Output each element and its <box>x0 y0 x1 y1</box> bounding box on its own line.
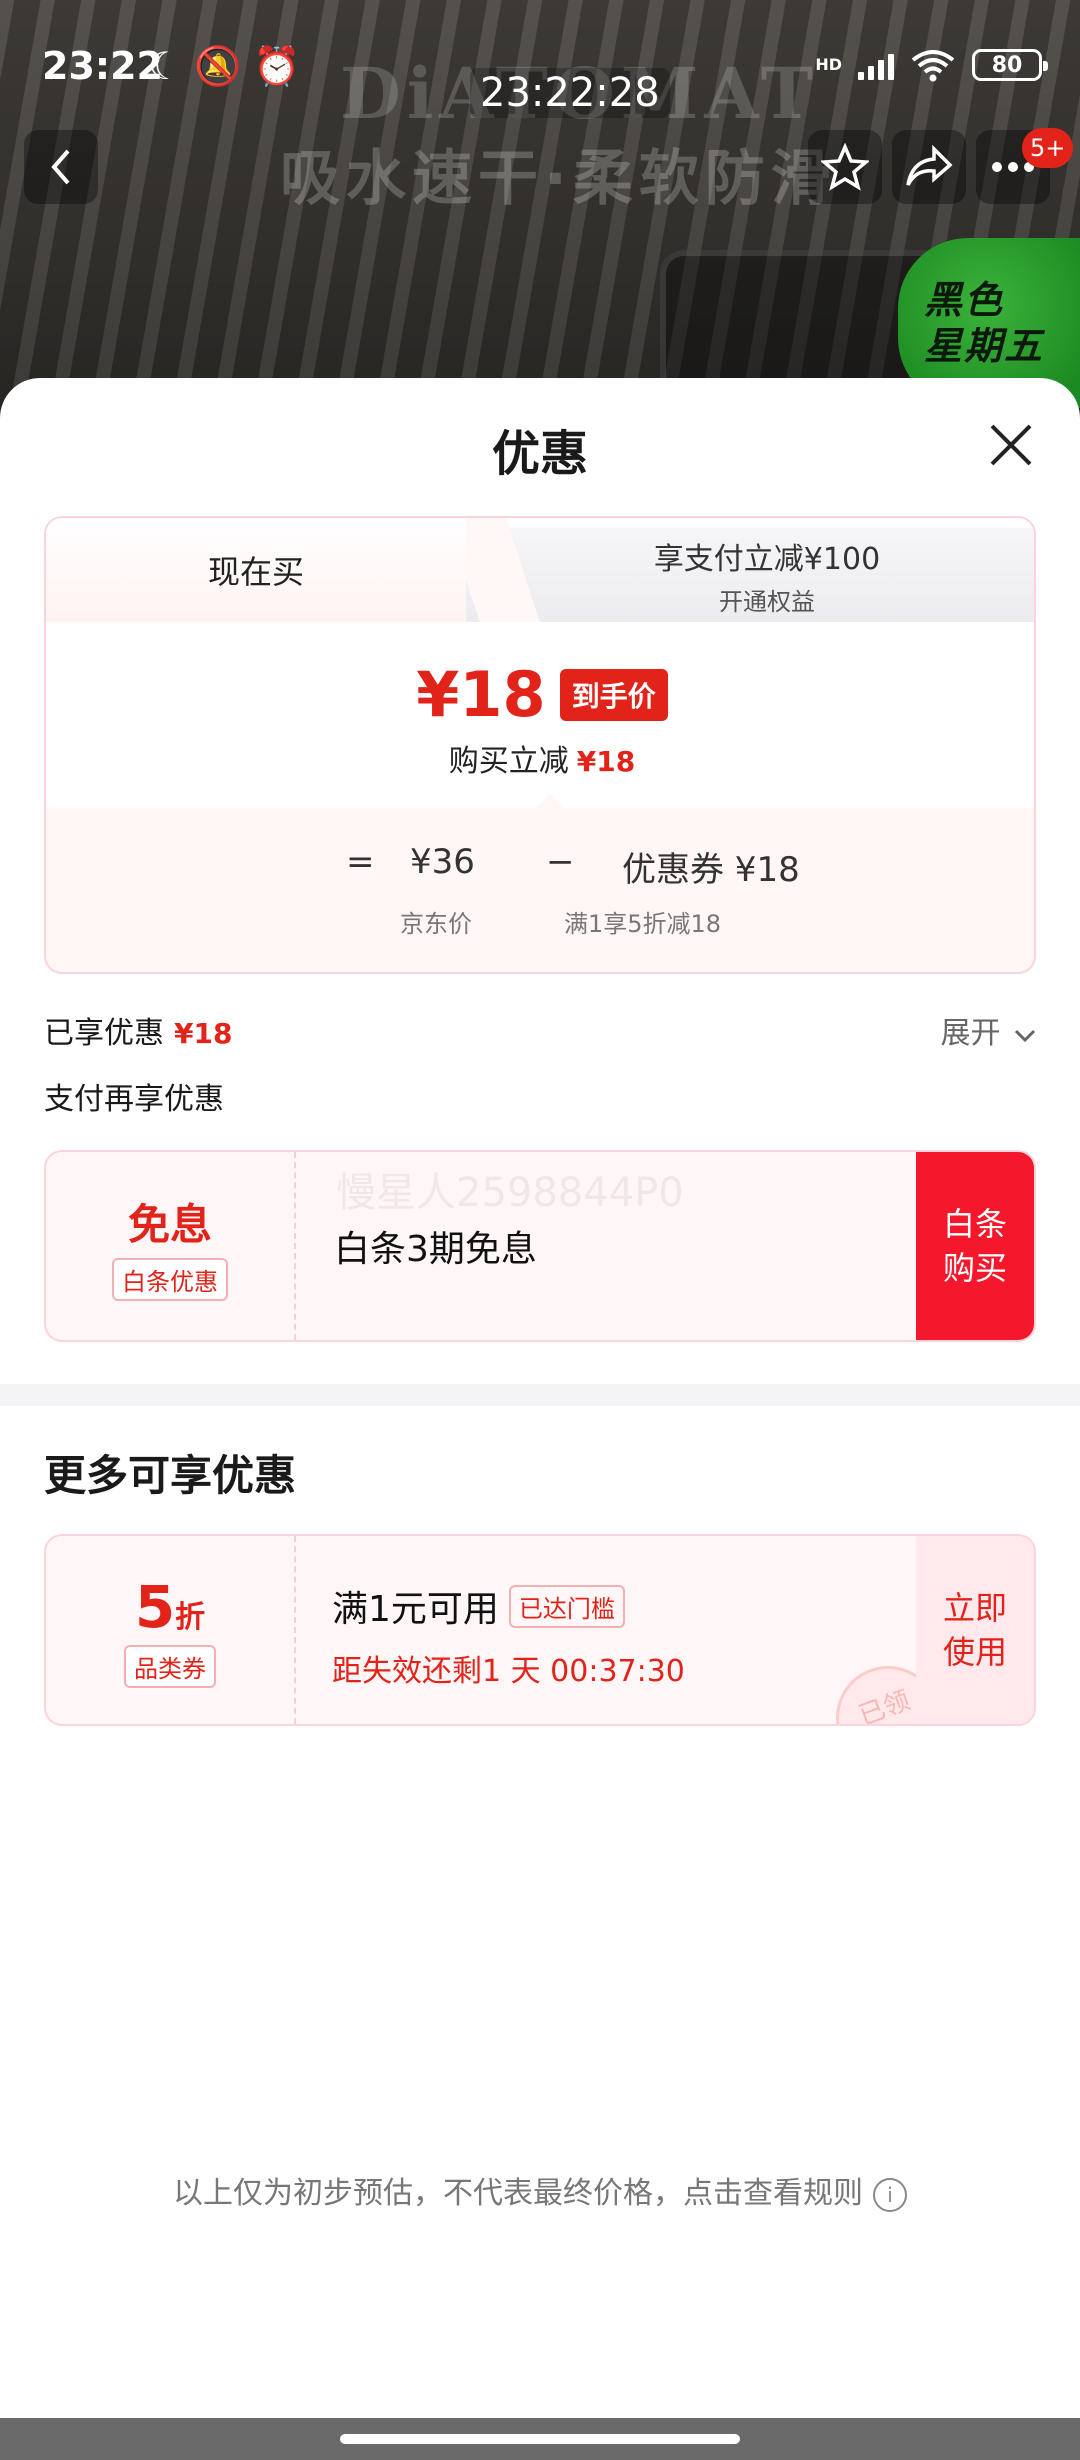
more-offers-title: 更多可享优惠 <box>44 1451 297 1500</box>
tab-buy-now[interactable]: 现在买 <box>46 518 466 622</box>
promo-line-1: 黑色 <box>924 278 1005 322</box>
user-watermark: 慢星人2598844P0 <box>336 1170 684 1216</box>
coupon-left: 5折 品类券 <box>46 1536 296 1724</box>
banner-slogan: 吸水速干·柔软防滑 <box>280 144 837 214</box>
battery-level: 80 <box>991 52 1023 78</box>
share-icon <box>906 145 953 186</box>
network-label: HD <box>815 55 842 74</box>
notice-text: 以上仅为初步预估，不代表最终价格，点击查看规则 <box>173 2176 863 2211</box>
signal-icon <box>858 50 894 80</box>
final-price: ¥18 到手价 <box>46 658 1034 731</box>
discount-sheet: 优惠 享支付立减¥100 开通权益 现在买 ¥18 到手价 购买立减 ¥18 = … <box>0 378 1080 2418</box>
coupon-amount: 优惠券 ¥18 <box>622 850 800 890</box>
saved-discount-row: 已享优惠 ¥18 展开 <box>44 1008 1036 1056</box>
tab-pay-discount[interactable]: 享支付立减¥100 开通权益 <box>456 528 1034 622</box>
saved-amount: ¥18 <box>174 1017 233 1050</box>
mute-bell-icon: 🔕 <box>194 44 254 88</box>
coupon-rule-label: 满1享5折减18 <box>564 910 722 938</box>
status-right-icons: HD 80 <box>815 48 1048 82</box>
battery-icon: 80 <box>972 49 1048 81</box>
wifi-icon <box>911 50 955 82</box>
section-divider <box>0 1384 1080 1406</box>
coupon-discount: 5折 <box>135 1573 205 1641</box>
clock-overlay: 23:22:28 <box>470 68 670 118</box>
baitiao-big: 免息 <box>127 1200 212 1249</box>
moon-icon: ☾ <box>148 44 195 88</box>
chevron-down-icon <box>1014 1029 1036 1043</box>
coupon-discount-number: 5 <box>134 1572 176 1641</box>
final-price-tag: 到手价 <box>559 668 668 721</box>
home-indicator[interactable] <box>340 2434 740 2444</box>
baitiao-text: 白条3期免息 <box>334 1229 537 1270</box>
star-icon <box>821 143 869 191</box>
tab-pay-title: 享支付立减¥100 <box>653 541 881 577</box>
baitiao-buy-line-1: 白条 <box>942 1205 1007 1243</box>
minus-sign: − <box>546 842 575 882</box>
baitiao-buy-line-2: 购买 <box>942 1249 1007 1287</box>
use-now-line-2: 使用 <box>942 1633 1007 1671</box>
use-now-line-1: 立即 <box>942 1589 1007 1627</box>
status-left-icons: ☾🔕⏰ <box>148 44 313 89</box>
coupon-discount-unit: 折 <box>175 1599 206 1635</box>
alarm-icon: ⏰ <box>253 44 313 88</box>
sheet-title: 优惠 <box>491 426 588 482</box>
expand-label: 展开 <box>940 1016 1001 1051</box>
promo-line-2: 星期五 <box>924 324 1045 368</box>
instant-discount: 购买立减 ¥18 <box>46 736 1034 780</box>
back-button[interactable] <box>24 130 98 204</box>
close-icon[interactable] <box>986 420 1036 470</box>
equals-sign: = <box>346 842 375 882</box>
pay-more-title: 支付再享优惠 <box>44 1082 224 1117</box>
instant-discount-amount: ¥18 <box>576 745 636 778</box>
status-bar: 23:22 ☾🔕⏰ 23:22:28 HD 80 <box>0 0 1080 130</box>
coupon-countdown: 距失效还剩1 天 00:37:30 <box>332 1654 685 1689</box>
expand-toggle[interactable]: 展开 <box>940 1008 1036 1052</box>
baitiao-left: 免息 白条优惠 <box>46 1152 296 1340</box>
price-breakdown: = ¥36 − 优惠券 ¥18 京东价 满1享5折减18 <box>46 794 1034 972</box>
favorite-button[interactable] <box>808 130 882 204</box>
final-price-amount: ¥18 <box>416 658 546 731</box>
jd-price-label: 京东价 <box>400 910 472 938</box>
status-time: 23:22 <box>42 44 163 88</box>
saved-label: 已享优惠 <box>44 1016 164 1051</box>
jd-price: ¥36 <box>410 842 475 882</box>
instant-discount-label: 购买立减 <box>448 744 569 779</box>
tab-pay-sub: 开通权益 <box>719 587 815 616</box>
info-icon: i <box>873 2177 907 2212</box>
threshold-reached-badge: 已达门槛 <box>508 1584 625 1628</box>
baitiao-tag: 白条优惠 <box>112 1258 228 1301</box>
back-icon <box>51 149 70 185</box>
use-now-button[interactable]: 立即 使用 <box>916 1536 1034 1724</box>
message-badge: 5+ <box>1022 128 1074 168</box>
baitiao-buy-button[interactable]: 白条 购买 <box>916 1152 1034 1340</box>
baitiao-card[interactable]: 免息 白条优惠 慢星人2598844P0 白条3期免息 白条 购买 <box>44 1150 1036 1342</box>
coupon-condition: 满1元可用 已达门槛 <box>332 1580 625 1632</box>
coupon-condition-text: 满1元可用 <box>332 1589 499 1630</box>
share-button[interactable] <box>892 130 966 204</box>
coupon-type-tag: 品类券 <box>124 1644 216 1688</box>
rules-notice[interactable]: 以上仅为初步预估，不代表最终价格，点击查看规则 i <box>0 2168 1080 2212</box>
coupon-card[interactable]: 5折 品类券 满1元可用 已达门槛 距失效还剩1 天 00:37:30 已领 立… <box>44 1534 1036 1726</box>
price-card: 享支付立减¥100 开通权益 现在买 ¥18 到手价 购买立减 ¥18 = ¥36… <box>44 516 1036 974</box>
